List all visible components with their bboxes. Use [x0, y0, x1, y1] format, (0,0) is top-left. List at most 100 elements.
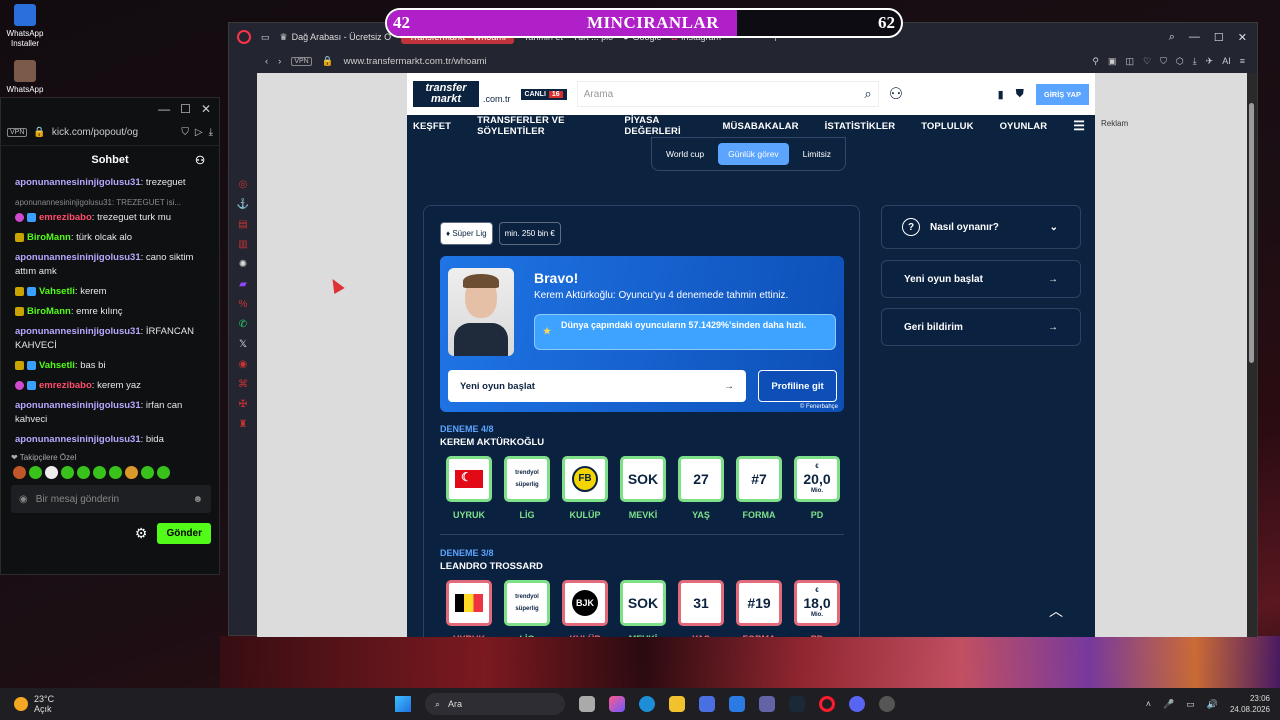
hamburger-icon[interactable]: ☰ — [1073, 118, 1085, 134]
emote-icon[interactable] — [61, 466, 74, 479]
shield-icon[interactable]: ⛉ — [1160, 56, 1167, 67]
chat-username[interactable]: aponunannesininjigolusu31 — [15, 400, 141, 411]
task-view-icon[interactable] — [579, 696, 595, 712]
nav-item[interactable]: İSTATİSTİKLER — [825, 121, 896, 132]
download-icon[interactable]: ⤓ — [209, 127, 213, 138]
edge-icon[interactable] — [639, 696, 655, 712]
chat-username[interactable]: aponunannesininjigolusu31 — [15, 434, 141, 445]
tab-daily[interactable]: Günlük görev — [718, 143, 789, 165]
tab-world-cup[interactable]: World cup — [656, 143, 714, 165]
chat-username[interactable]: aponunannesininjigolusu31 — [15, 252, 141, 263]
forward-icon[interactable]: › — [278, 56, 281, 67]
scroll-top-icon[interactable]: ︿ — [1049, 601, 1063, 621]
ai-button[interactable]: AI — [1222, 56, 1231, 67]
start-icon[interactable] — [395, 696, 411, 712]
sidebar-play-icon[interactable]: ◉ — [239, 359, 248, 370]
volume-icon[interactable]: 🔊 — [1207, 699, 1218, 710]
desktop-icon-whatsapp[interactable]: WhatsApp — [6, 60, 44, 95]
scrollbar-thumb[interactable] — [1249, 103, 1254, 363]
chat-badge-icon[interactable]: ◉ — [19, 494, 28, 505]
nav-item[interactable]: TRANSFERLER VE SÖYLENTİLER — [477, 115, 598, 137]
camera-icon[interactable]: ◫ — [1125, 56, 1134, 67]
store-icon[interactable] — [699, 696, 715, 712]
profile-button[interactable]: Profiline git — [758, 370, 837, 402]
obs-icon[interactable] — [879, 696, 895, 712]
sidebar-bag-icon[interactable]: ▥ — [238, 239, 247, 250]
chat-username[interactable]: emrezibabo — [39, 380, 92, 391]
nav-item[interactable]: KEŞFET — [413, 121, 451, 132]
sidebar-workspace-icon[interactable]: ▤ — [238, 219, 247, 230]
emote-icon[interactable] — [93, 466, 106, 479]
taskbar-search[interactable]: ⌕ Ara — [425, 693, 565, 715]
nav-item[interactable]: MÜSABAKALAR — [723, 121, 799, 132]
user-search-icon[interactable]: ⚇ — [889, 84, 903, 104]
copilot-icon[interactable] — [609, 696, 625, 712]
nav-item[interactable]: OYUNLAR — [1000, 121, 1048, 132]
minimize-icon[interactable]: — — [1189, 31, 1200, 44]
heart-icon[interactable]: ♡ — [1143, 56, 1151, 67]
opera-logo-icon[interactable] — [237, 30, 251, 44]
chat-username[interactable]: BiroMann — [27, 306, 71, 317]
close-icon[interactable]: ✕ — [201, 102, 211, 116]
emote-icon[interactable] — [45, 466, 58, 479]
sidebar-x-icon[interactable]: 𝕏 — [239, 339, 247, 350]
download-icon[interactable]: ⤓ — [1193, 56, 1197, 67]
share-icon[interactable]: ▷ — [195, 127, 203, 138]
login-button[interactable]: GİRİŞ YAP — [1035, 83, 1089, 105]
users-icon[interactable]: ⚇ — [195, 154, 205, 167]
sidebar-chatgpt-icon[interactable]: ✺ — [239, 259, 247, 270]
search-input[interactable]: Arama ⌕ — [576, 81, 879, 107]
snapshot-icon[interactable]: ▣ — [1108, 56, 1117, 67]
sidebar-twitch-icon[interactable]: ▰ — [239, 279, 247, 290]
sidebar-game-icon[interactable]: ⌘ — [238, 379, 248, 390]
microphone-icon[interactable]: 🎤 — [1163, 699, 1174, 710]
emote-icon[interactable] — [13, 466, 26, 479]
url-field[interactable]: www.transfermarkt.com.tr/whoami — [344, 56, 487, 67]
extensions-icon[interactable]: ⬡ — [1176, 56, 1184, 67]
chat-input[interactable]: ◉ Bir mesaj gönderin ☻ — [11, 485, 211, 513]
reply-preview[interactable]: aponunannesininjigolusu31: TREZEGUET isi… — [15, 196, 205, 210]
tab-menu-icon[interactable]: ▭ — [261, 32, 270, 43]
page-scrollbar[interactable] — [1247, 73, 1257, 637]
chat-username[interactable]: emrezibabo — [39, 212, 92, 223]
aria-icon[interactable]: ✈ — [1206, 56, 1214, 67]
chat-username[interactable]: aponunannesininjigolusu31 — [15, 177, 141, 188]
emote-icon[interactable] — [141, 466, 154, 479]
kick-url[interactable]: kick.com/popout/og — [52, 127, 138, 138]
sidebar-gx-icon[interactable]: ✠ — [239, 399, 247, 410]
feedback-button[interactable]: Geri bildirim → — [881, 308, 1081, 346]
gear-icon[interactable]: ⚙ — [135, 525, 148, 542]
chat-username[interactable]: BiroMann — [27, 232, 71, 243]
chat-input-placeholder[interactable]: Bir mesaj gönderin — [36, 494, 119, 505]
nav-item[interactable]: TOPLULUK — [921, 121, 973, 132]
clock[interactable]: 23:06 24.08.2026 — [1230, 693, 1270, 715]
maximize-icon[interactable]: ☐ — [180, 102, 191, 116]
send-button[interactable]: Gönder — [157, 523, 211, 544]
weather-widget[interactable]: 23°C Açık — [14, 694, 54, 714]
sidebar-crypto-icon[interactable]: ⚓ — [237, 199, 249, 210]
tab-unlimited[interactable]: Limitsiz — [793, 143, 841, 165]
tab-dag-arabasi[interactable]: ♛ Dağ Arabası - Ücretsiz O — [280, 32, 392, 43]
sidebar-ai-icon[interactable]: ◎ — [239, 179, 248, 190]
live-button[interactable]: CANLI 16 — [520, 88, 567, 100]
emote-icon[interactable] — [125, 466, 138, 479]
sidebar-whatsapp-icon[interactable]: ✆ — [239, 319, 247, 330]
search-icon[interactable]: ⌕ — [1169, 31, 1175, 44]
emote-icon[interactable] — [29, 466, 42, 479]
chat-username[interactable]: Vahsetli — [39, 286, 75, 297]
chat-username[interactable]: aponunannesininjigolusu31 — [15, 326, 141, 337]
emote-icon[interactable] — [157, 466, 170, 479]
menu-icon[interactable]: ≡ — [1240, 56, 1245, 67]
how-to-play-dropdown[interactable]: ? Nasıl oynanır? ⌄ — [881, 205, 1081, 249]
minimize-icon[interactable]: — — [158, 102, 170, 116]
desktop-icon-whatsapp-installer[interactable]: WhatsApp Installer — [6, 4, 44, 49]
vpn-badge[interactable]: VPN — [7, 128, 28, 137]
domain-selector[interactable]: .com.tr — [483, 94, 511, 104]
tm-logo[interactable]: transfer markt — [413, 81, 479, 107]
nav-item[interactable]: PİYASA DEĞERLERİ — [624, 115, 696, 137]
close-icon[interactable]: ✕ — [1238, 31, 1247, 44]
pin-icon[interactable]: ⚲ — [1092, 56, 1099, 67]
search-icon[interactable]: ⌕ — [864, 86, 871, 102]
side-new-game-button[interactable]: Yeni oyun başlat → — [881, 260, 1081, 298]
emoji-icon[interactable]: ☻ — [192, 494, 203, 505]
